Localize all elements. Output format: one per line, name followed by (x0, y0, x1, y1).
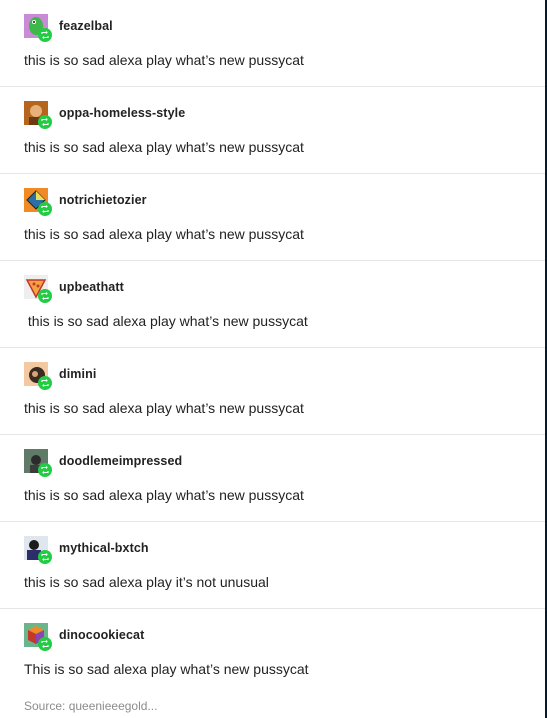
reblog-text: this is so sad alexa play what’s new pus… (24, 226, 304, 242)
reblog-text: this is so sad alexa play what’s new pus… (24, 313, 308, 329)
reblog-icon (38, 289, 52, 303)
reblog-icon (38, 550, 52, 564)
reblog-entry: feazelbal this is so sad alexa play what… (0, 0, 545, 87)
username-link[interactable]: mythical-bxtch (59, 541, 149, 555)
username-link[interactable]: dinocookiecat (59, 628, 144, 642)
reblog-entry: dimini this is so sad alexa play what’s … (0, 348, 545, 435)
photo-avatar[interactable] (24, 536, 52, 564)
diamond-avatar[interactable] (24, 188, 52, 216)
reblog-icon (38, 463, 52, 477)
reblog-text: this is so sad alexa play it’s not unusu… (24, 574, 269, 590)
username-link[interactable]: doodlemeimpressed (59, 454, 182, 468)
reblog-text: this is so sad alexa play what’s new pus… (24, 139, 304, 155)
reblog-text: This is so sad alexa play what’s new pus… (24, 661, 309, 677)
reblog-icon (38, 637, 52, 651)
reblog-icon (38, 115, 52, 129)
username-link[interactable]: feazelbal (59, 19, 113, 33)
reblog-entry: doodlemeimpressed this is so sad alexa p… (0, 435, 545, 522)
reblog-text: this is so sad alexa play what’s new pus… (24, 487, 304, 503)
photo-avatar[interactable] (24, 362, 52, 390)
reblog-entry: upbeathatt this is so sad alexa play wha… (0, 261, 545, 348)
username-link[interactable]: notrichietozier (59, 193, 147, 207)
username-link[interactable]: oppa-homeless-style (59, 106, 185, 120)
cube-avatar[interactable] (24, 623, 52, 651)
source-link[interactable]: Source: queenieeegold... (24, 699, 157, 713)
reblog-entry: mythical-bxtch this is so sad alexa play… (0, 522, 545, 609)
photo-avatar[interactable] (24, 449, 52, 477)
reblog-entry: notrichietozier this is so sad alexa pla… (0, 174, 545, 261)
reblog-text: this is so sad alexa play what’s new pus… (24, 400, 304, 416)
username-link[interactable]: upbeathatt (59, 280, 124, 294)
photo-avatar[interactable] (24, 101, 52, 129)
reblog-entry: dinocookiecat This is so sad alexa play … (0, 609, 545, 699)
reblog-text: this is so sad alexa play what’s new pus… (24, 52, 304, 68)
username-link[interactable]: dimini (59, 367, 96, 381)
reblog-entry: oppa-homeless-style this is so sad alexa… (0, 87, 545, 174)
pizza-slice-avatar[interactable] (24, 275, 52, 303)
green-dinosaur-avatar[interactable] (24, 14, 52, 42)
post-card: feazelbal this is so sad alexa play what… (0, 0, 545, 718)
reblog-icon (38, 202, 52, 216)
reblog-icon (38, 28, 52, 42)
reblog-icon (38, 376, 52, 390)
